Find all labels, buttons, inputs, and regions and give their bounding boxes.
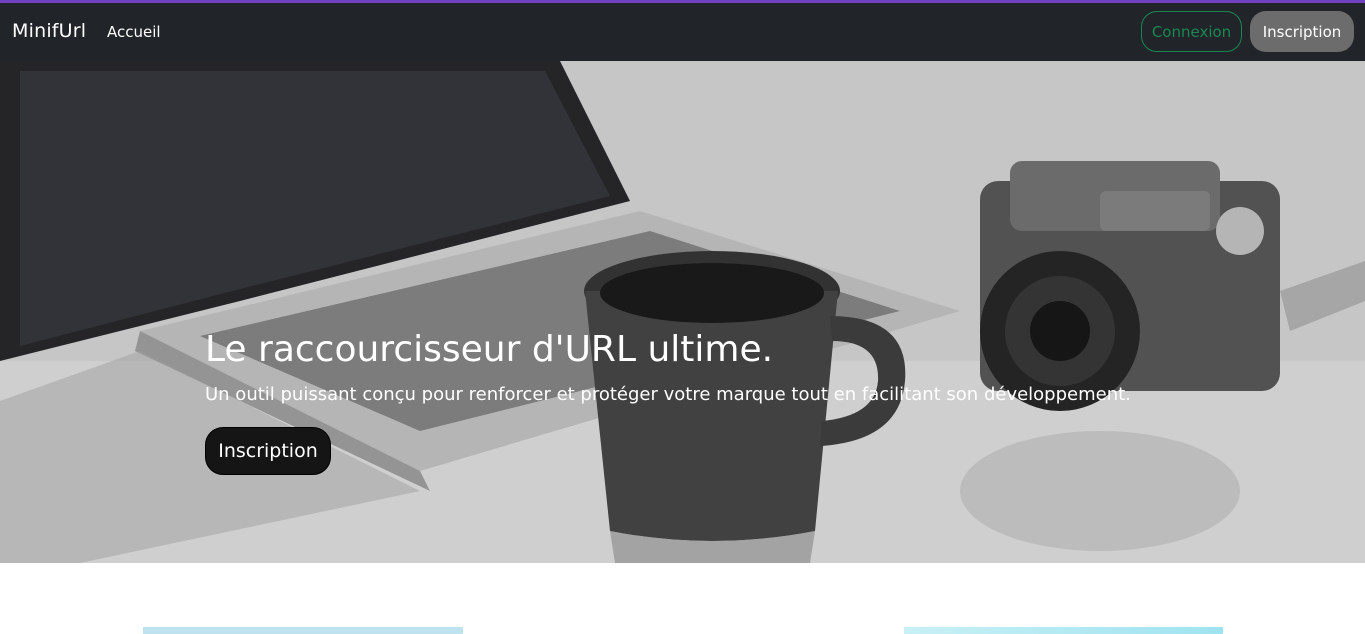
hero-section: Le raccourcisseur d'URL ultime. Un outil…	[0, 61, 1365, 563]
hero-title: Le raccourcisseur d'URL ultime.	[205, 329, 774, 370]
nav-link-accueil[interactable]: Accueil	[107, 23, 161, 41]
login-button[interactable]: Connexion	[1141, 11, 1242, 52]
hero-subtitle: Un outil puissant conçu pour renforcer e…	[205, 384, 1131, 405]
feature-card-right	[904, 627, 1223, 634]
brand-logo[interactable]: MinifUrl	[12, 20, 86, 42]
feature-card-left	[143, 627, 463, 634]
navbar: MinifUrl Accueil Connexion Inscription	[0, 3, 1365, 61]
hero-overlay	[0, 61, 1365, 563]
hero-signup-button[interactable]: Inscription	[205, 427, 331, 475]
signup-nav-button[interactable]: Inscription	[1250, 11, 1354, 52]
